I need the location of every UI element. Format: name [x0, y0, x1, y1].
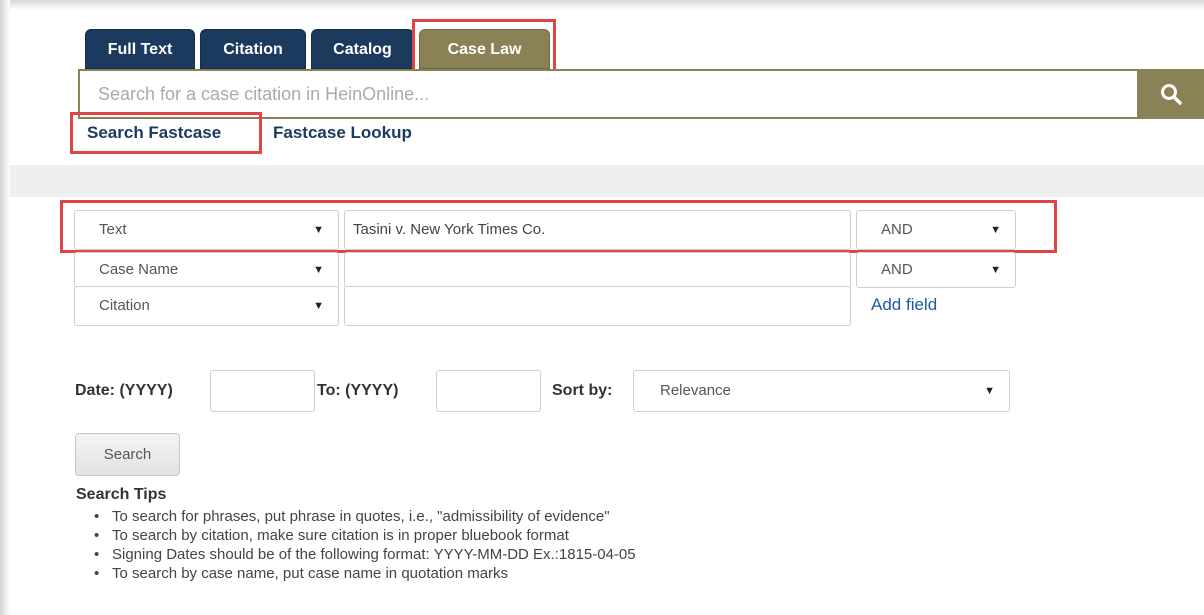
search-fastcase-link[interactable]: Search Fastcase	[87, 122, 221, 144]
search-tips-list: To search for phrases, put phrase in quo…	[90, 507, 636, 583]
field-query-input-3[interactable]	[344, 286, 851, 326]
field-query-input-1[interactable]: Tasini v. New York Times Co.	[344, 210, 851, 250]
field-type-select-3[interactable]: Citation ▼	[74, 286, 339, 326]
operator-value: AND	[881, 221, 913, 238]
field-type-value: Citation	[99, 297, 150, 314]
date-to-label: To: (YYYY)	[317, 382, 399, 399]
sort-by-label: Sort by:	[552, 382, 613, 399]
date-from-label: Date: (YYYY)	[75, 382, 173, 399]
search-bar	[78, 69, 1204, 119]
search-submit-button[interactable]	[1137, 69, 1204, 119]
search-tips-title: Search Tips	[76, 486, 167, 503]
tab-citation[interactable]: Citation	[200, 29, 306, 69]
dropdown-arrow-icon: ▼	[313, 300, 324, 312]
search-input[interactable]	[98, 71, 1118, 117]
tab-case-law[interactable]: Case Law	[419, 29, 550, 69]
field-type-select-1[interactable]: Text ▼	[74, 210, 339, 250]
sort-by-value: Relevance	[660, 382, 731, 399]
operator-select-1[interactable]: AND ▼	[856, 210, 1016, 250]
sort-by-select[interactable]: Relevance ▼	[633, 370, 1010, 412]
window-top-edge	[0, 0, 1204, 10]
dropdown-arrow-icon: ▼	[984, 385, 995, 397]
operator-value: AND	[881, 261, 913, 278]
dropdown-arrow-icon: ▼	[313, 224, 324, 236]
search-tip: To search for phrases, put phrase in quo…	[90, 507, 636, 526]
window-left-edge	[0, 0, 10, 615]
search-tip: To search by case name, put case name in…	[90, 564, 636, 583]
field-type-value: Text	[99, 221, 127, 238]
dropdown-arrow-icon: ▼	[990, 224, 1001, 236]
field-type-select-2[interactable]: Case Name ▼	[74, 252, 339, 288]
tab-full-text[interactable]: Full Text	[85, 29, 195, 69]
search-button[interactable]: Search	[75, 433, 180, 476]
section-divider-band	[10, 165, 1204, 197]
search-icon	[1160, 84, 1182, 105]
add-field-link[interactable]: Add field	[871, 294, 937, 316]
tab-catalog[interactable]: Catalog	[311, 29, 414, 69]
date-to-input[interactable]	[436, 370, 541, 412]
dropdown-arrow-icon: ▼	[990, 264, 1001, 276]
date-from-input[interactable]	[210, 370, 315, 412]
operator-select-2[interactable]: AND ▼	[856, 252, 1016, 288]
search-tip: To search by citation, make sure citatio…	[90, 526, 636, 545]
field-type-value: Case Name	[99, 261, 179, 278]
dropdown-arrow-icon: ▼	[313, 264, 324, 276]
field-query-value: Tasini v. New York Times Co.	[353, 221, 546, 238]
fastcase-lookup-link[interactable]: Fastcase Lookup	[273, 122, 412, 144]
field-query-input-2[interactable]	[344, 252, 851, 288]
search-tip: Signing Dates should be of the following…	[90, 545, 636, 564]
